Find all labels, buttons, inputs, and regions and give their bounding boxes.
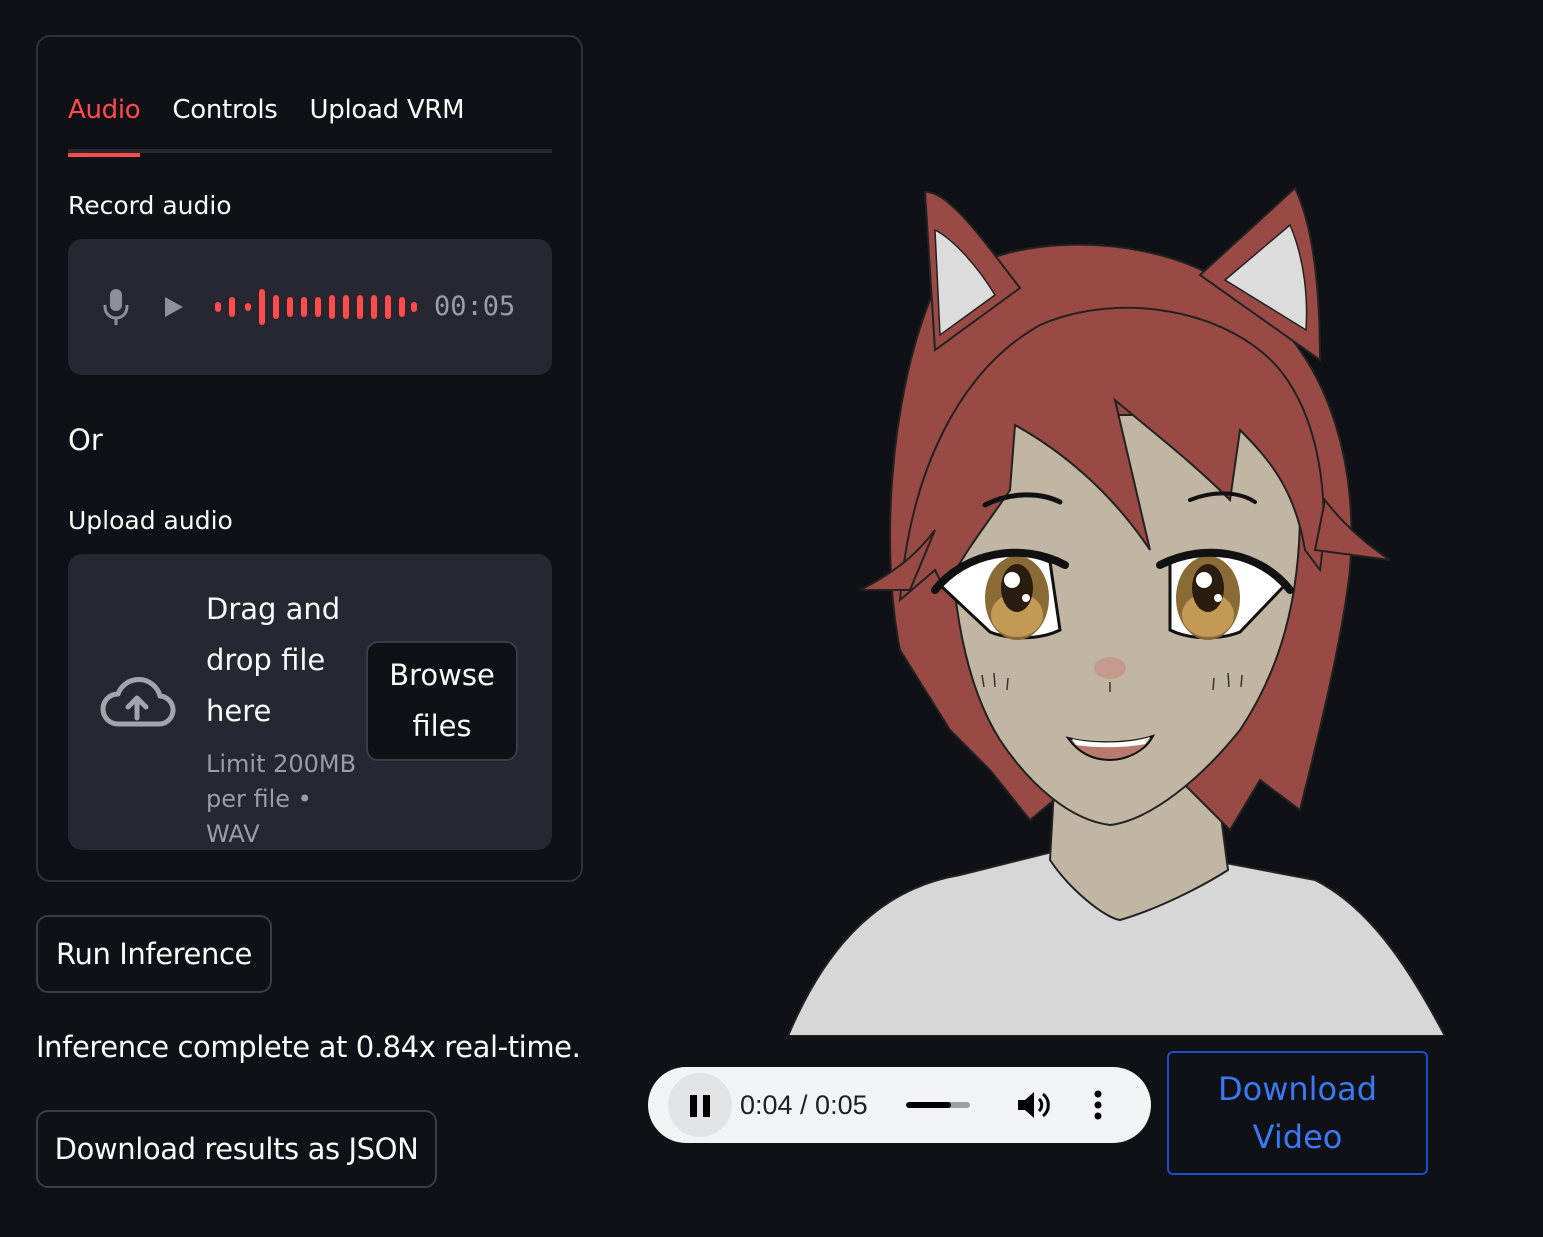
waveform-bar — [411, 302, 417, 312]
avatar-render — [786, 186, 1447, 1036]
waveform-bar — [259, 289, 265, 325]
download-video-button[interactable]: Download Video — [1167, 1051, 1428, 1175]
audio-recorder: 00:05 — [68, 239, 552, 375]
waveform-bar — [245, 303, 251, 311]
player-time: 0:04 / 0:05 — [740, 1090, 868, 1120]
play-icon[interactable] — [162, 295, 186, 319]
tab-audio[interactable]: Audio — [68, 91, 141, 157]
upload-audio-label: Upload audio — [68, 506, 233, 535]
more-vert-icon[interactable] — [1088, 1089, 1108, 1121]
recording-time: 00:05 — [434, 291, 516, 322]
cloud-upload-icon — [100, 676, 176, 727]
upload-limit-text: Limit 200MB per file • WAV — [206, 750, 357, 848]
waveform-bar — [385, 295, 391, 319]
waveform-bar — [229, 297, 235, 317]
tab-controls[interactable]: Controls — [172, 91, 277, 153]
waveform-bar — [273, 295, 279, 319]
pause-icon[interactable] — [668, 1073, 732, 1137]
waveform-bar — [215, 302, 221, 312]
volume-slider-fill — [906, 1102, 951, 1108]
waveform-bar — [399, 297, 405, 317]
tab-upload-vrm[interactable]: Upload VRM — [310, 91, 465, 153]
record-audio-label: Record audio — [68, 191, 232, 220]
waveform-bar — [315, 297, 321, 317]
download-json-button[interactable]: Download results as JSON — [36, 1110, 437, 1188]
waveform — [215, 289, 417, 325]
waveform-bar — [301, 297, 307, 317]
volume-icon[interactable] — [1016, 1089, 1050, 1121]
microphone-icon[interactable] — [101, 287, 131, 327]
avatar-nose — [1094, 657, 1126, 679]
waveform-bar — [371, 295, 377, 319]
waveform-bar — [357, 295, 363, 319]
run-inference-button[interactable]: Run Inference — [36, 915, 272, 993]
waveform-bar — [287, 297, 293, 317]
waveform-bar — [343, 295, 349, 319]
audio-player: 0:04 / 0:05 — [648, 1067, 1151, 1143]
browse-files-button[interactable]: Browse files — [366, 641, 518, 761]
file-dropzone[interactable]: Drag and drop file here Limit 200MB per … — [68, 554, 552, 850]
tab-bar: Audio Controls Upload VRM — [68, 91, 552, 157]
drag-drop-text: Drag and drop file here — [206, 592, 341, 728]
waveform-bar — [329, 295, 335, 319]
input-panel: Audio Controls Upload VRM Record audio 0… — [36, 35, 583, 882]
or-label: Or — [68, 423, 103, 457]
inference-status: Inference complete at 0.84x real-time. — [36, 1030, 581, 1064]
volume-slider[interactable] — [906, 1102, 970, 1108]
